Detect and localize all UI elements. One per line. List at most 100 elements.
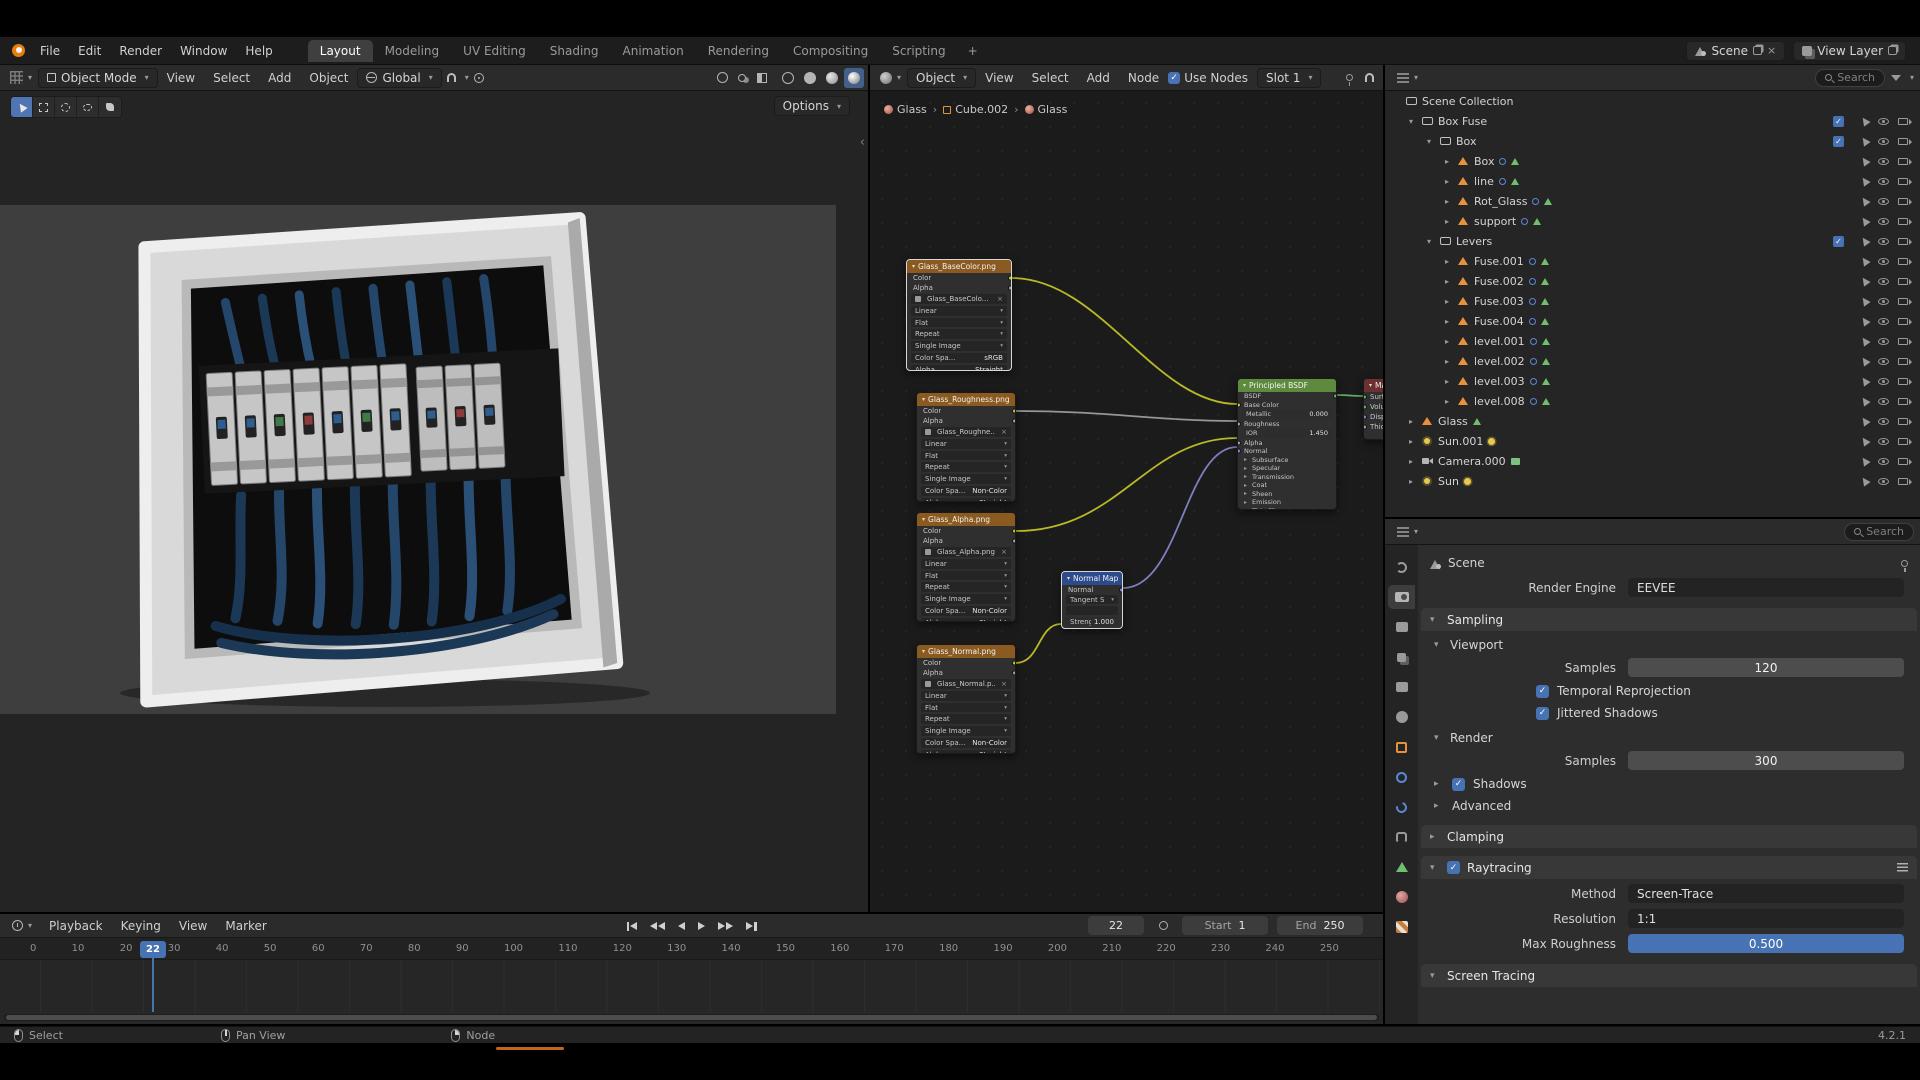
workspace-tab[interactable]: Animation bbox=[611, 40, 696, 62]
node-row[interactable]: Color bbox=[917, 406, 1015, 416]
frame-start-field[interactable]: Start1 bbox=[1182, 916, 1268, 935]
blender-logo-icon[interactable] bbox=[12, 44, 25, 57]
shading-solid-button[interactable] bbox=[800, 68, 820, 88]
node-row[interactable]: Normal bbox=[1062, 585, 1122, 594]
selectable-toggle[interactable] bbox=[1859, 415, 1870, 426]
output-socket[interactable] bbox=[1333, 394, 1337, 399]
workspace-tab[interactable]: Rendering bbox=[696, 40, 781, 62]
hide-viewport-toggle[interactable] bbox=[1878, 438, 1889, 445]
selectable-toggle[interactable] bbox=[1859, 375, 1870, 386]
object-name[interactable]: level.001 bbox=[1474, 335, 1525, 348]
hide-viewport-toggle[interactable] bbox=[1878, 298, 1889, 305]
object-name[interactable]: Box bbox=[1456, 135, 1476, 148]
outliner-row[interactable]: Sun bbox=[1385, 471, 1920, 491]
object-name[interactable]: Box Fuse bbox=[1438, 115, 1487, 128]
disable-render-toggle[interactable] bbox=[1898, 278, 1908, 285]
viewport-menu-item[interactable]: Object bbox=[300, 71, 357, 85]
disable-render-toggle[interactable] bbox=[1898, 178, 1908, 185]
hide-viewport-toggle[interactable] bbox=[1878, 178, 1889, 185]
node-row[interactable]: Color bbox=[917, 658, 1015, 668]
properties-tab[interactable] bbox=[1388, 615, 1415, 639]
object-name[interactable]: level.003 bbox=[1474, 375, 1525, 388]
jump-to-end-button[interactable] bbox=[744, 920, 759, 933]
workspace-tab[interactable]: UV Editing bbox=[451, 40, 538, 62]
jump-to-start-button[interactable] bbox=[625, 920, 640, 933]
disable-render-toggle[interactable] bbox=[1898, 418, 1908, 425]
properties-tab[interactable] bbox=[1388, 885, 1415, 909]
viewport[interactable]: Options▾ ‹ bbox=[0, 91, 868, 912]
show-overlays-toggle[interactable] bbox=[732, 68, 752, 88]
node-row[interactable]: Base Color bbox=[1238, 401, 1336, 410]
workspace-tab[interactable]: Layout bbox=[308, 40, 373, 62]
node-row[interactable]: Glass_Normal.p... bbox=[921, 679, 1011, 689]
frame-end-field[interactable]: End250 bbox=[1277, 916, 1363, 935]
output-socket[interactable] bbox=[1012, 418, 1016, 423]
disable-render-toggle[interactable] bbox=[1898, 458, 1908, 465]
timeline-tracks[interactable] bbox=[0, 960, 1383, 1012]
select-lasso-tool-button[interactable] bbox=[77, 97, 99, 117]
editor-type-button[interactable]: ▾ bbox=[1391, 527, 1424, 537]
outliner-row[interactable]: Fuse.001 bbox=[1385, 251, 1920, 271]
node-row[interactable]: Subsurface bbox=[1238, 456, 1336, 465]
pin-icon[interactable] bbox=[1901, 560, 1908, 567]
object-name[interactable]: level.008 bbox=[1474, 395, 1525, 408]
screen-tracing-panel-header[interactable]: ▾Screen Tracing bbox=[1421, 964, 1917, 987]
selectable-toggle[interactable] bbox=[1859, 475, 1870, 486]
topbar-menu-item[interactable]: Edit bbox=[69, 44, 110, 58]
topbar-menu-item[interactable]: File bbox=[31, 44, 69, 58]
outliner-row[interactable]: Box bbox=[1385, 131, 1920, 151]
node-row[interactable]: Volume bbox=[1364, 402, 1383, 412]
expand-toggle[interactable] bbox=[1445, 177, 1457, 186]
disable-render-toggle[interactable] bbox=[1898, 258, 1908, 265]
node-row[interactable]: Color bbox=[907, 273, 1011, 283]
object-name[interactable]: level.002 bbox=[1474, 355, 1525, 368]
material-slot-selector[interactable]: Slot 1▾ bbox=[1257, 68, 1321, 88]
collapse-icon[interactable]: ▾ bbox=[1067, 575, 1070, 582]
properties-tab[interactable] bbox=[1388, 555, 1415, 579]
view-layer-selector[interactable]: View Layer bbox=[1793, 41, 1906, 61]
properties-tab[interactable] bbox=[1388, 825, 1415, 849]
render-engine-dropdown[interactable]: EEVEE bbox=[1628, 578, 1904, 597]
region-collapse-arrow[interactable]: ‹ bbox=[860, 135, 865, 150]
shading-wireframe-button[interactable] bbox=[778, 68, 798, 88]
timeline-menu-item[interactable]: View bbox=[170, 919, 216, 933]
scrollbar-thumb[interactable] bbox=[6, 1015, 1377, 1020]
selectable-toggle[interactable] bbox=[1859, 255, 1870, 266]
properties-tab[interactable] bbox=[1388, 585, 1415, 609]
input-socket[interactable] bbox=[1363, 415, 1367, 420]
transform-orientation-selector[interactable]: Global▾ bbox=[357, 68, 441, 88]
outliner-row[interactable]: Camera.000 bbox=[1385, 451, 1920, 471]
collapse-icon[interactable]: ▾ bbox=[922, 396, 925, 403]
shading-rendered-button[interactable] bbox=[844, 68, 864, 88]
disable-render-toggle[interactable] bbox=[1898, 378, 1908, 385]
collection-checkbox[interactable] bbox=[1833, 116, 1844, 127]
output-socket[interactable] bbox=[1012, 660, 1016, 665]
selectable-toggle[interactable] bbox=[1859, 155, 1870, 166]
input-socket[interactable] bbox=[1237, 440, 1241, 445]
viewport-subpanel-header[interactable]: ▾Viewport bbox=[1418, 635, 1920, 655]
resolution-dropdown[interactable]: 1:1 bbox=[1628, 909, 1904, 928]
expand-toggle[interactable] bbox=[1409, 117, 1421, 126]
node-row[interactable]: Single Image bbox=[921, 726, 1011, 736]
expand-toggle[interactable] bbox=[1445, 157, 1457, 166]
node-row[interactable]: Strength1.000 bbox=[1066, 617, 1118, 626]
selectable-toggle[interactable] bbox=[1859, 315, 1870, 326]
topbar-menu-item[interactable]: Render bbox=[110, 44, 171, 58]
node-row[interactable]: Displacement bbox=[1364, 412, 1383, 422]
expand-toggle[interactable] bbox=[1445, 397, 1457, 406]
expand-toggle[interactable] bbox=[1445, 277, 1457, 286]
selectable-toggle[interactable] bbox=[1859, 235, 1870, 246]
filter-icon[interactable] bbox=[1891, 75, 1901, 81]
editor-type-button[interactable]: ▾ bbox=[1391, 73, 1424, 83]
outliner-row[interactable]: Fuse.002 bbox=[1385, 271, 1920, 291]
expand-toggle[interactable] bbox=[1445, 257, 1457, 266]
selectable-toggle[interactable] bbox=[1859, 335, 1870, 346]
node-row[interactable]: Sheen bbox=[1238, 490, 1336, 499]
editor-type-button[interactable]: ▾ bbox=[6, 920, 38, 931]
options-button[interactable]: Options▾ bbox=[774, 96, 850, 116]
selectable-toggle[interactable] bbox=[1859, 135, 1870, 146]
next-keyframe-button[interactable] bbox=[716, 920, 735, 932]
hide-viewport-toggle[interactable] bbox=[1878, 338, 1889, 345]
image-texture-node-roughness[interactable]: ▾Glass_Roughness.png ColorAlphaGlass_Rou… bbox=[916, 392, 1016, 502]
selectable-toggle[interactable] bbox=[1859, 395, 1870, 406]
